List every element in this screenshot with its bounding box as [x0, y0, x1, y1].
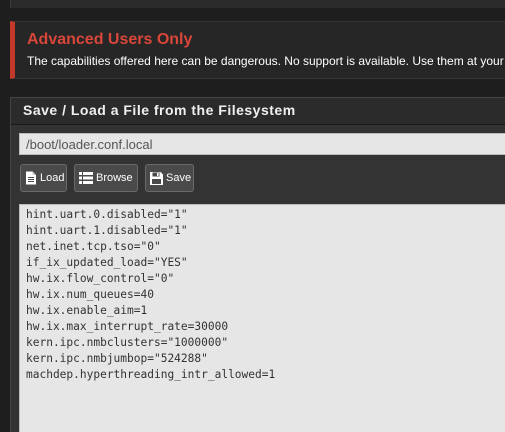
panel-title: Save / Load a File from the Filesystem — [23, 102, 296, 118]
editor-line: hw.ix.enable_aim=1 — [26, 304, 148, 317]
browse-button-label: Browse — [96, 172, 133, 184]
alert-title: Advanced Users Only — [27, 31, 193, 48]
load-button-label: Load — [40, 172, 65, 184]
alert-text: The capabilities offered here can be dan… — [27, 54, 505, 68]
file-content-editor[interactable]: hint.uart.0.disabled="1" hint.uart.1.disa… — [19, 204, 505, 432]
editor-line: hw.ix.flow_control="0" — [26, 272, 175, 285]
editor-line: if_ix_updated_load="YES" — [26, 256, 188, 269]
editor-line: kern.ipc.nmbclusters="1000000" — [26, 336, 229, 349]
editor-line: machdep.hyperthreading_intr_allowed=1 — [26, 368, 276, 381]
load-button[interactable]: Load — [20, 164, 67, 192]
save-button[interactable]: Save — [145, 164, 194, 192]
editor-line: hw.ix.num_queues=40 — [26, 288, 154, 301]
warning-alert: Advanced Users Only The capabilities off… — [10, 21, 505, 79]
editor-line: hint.uart.0.disabled="1" — [26, 208, 188, 221]
editor-line: hw.ix.max_interrupt_rate=30000 — [26, 320, 229, 333]
floppy-disk-icon — [150, 170, 163, 186]
editor-line: kern.ipc.nmbjumbop="524288" — [26, 352, 208, 365]
file-path-input[interactable] — [19, 133, 505, 155]
panel-heading: Save / Load a File from the Filesystem — [11, 98, 505, 125]
file-panel: Save / Load a File from the Filesystem L… — [10, 97, 505, 432]
list-icon — [79, 170, 93, 186]
save-button-label: Save — [166, 172, 192, 184]
editor-line: hint.uart.1.disabled="1" — [26, 224, 188, 237]
file-icon — [25, 170, 37, 186]
editor-line: net.inet.tcp.tso="0" — [26, 240, 161, 253]
page: Advanced Users Only The capabilities off… — [0, 0, 505, 432]
browse-button[interactable]: Browse — [74, 164, 138, 192]
previous-panel-edge — [10, 0, 505, 8]
